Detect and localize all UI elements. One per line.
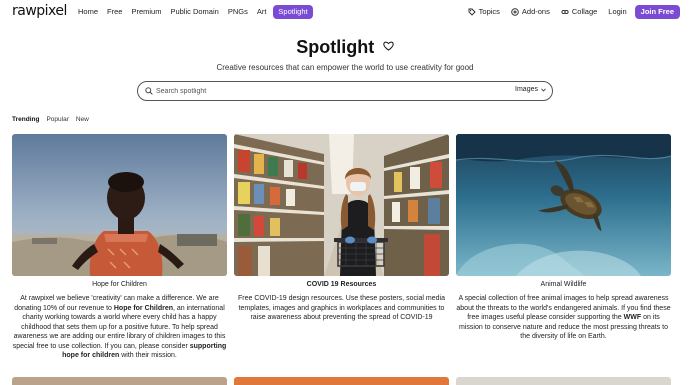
search-type-dropdown[interactable]: Images xyxy=(515,86,546,93)
card-description: At rawpixel we believe 'creativity' can … xyxy=(12,294,227,361)
nav-collage-label: Collage xyxy=(571,7,598,16)
collection-card-covid-19[interactable]: COVID 19 Resources Free COVID-19 design … xyxy=(234,134,449,323)
topics-icon xyxy=(468,8,476,16)
login-link[interactable]: Login xyxy=(608,6,626,18)
top-nav: rawpixel Home Free Premium Public Domain… xyxy=(0,0,690,24)
add-ons-icon xyxy=(511,8,519,16)
nav-free[interactable]: Free xyxy=(107,6,122,18)
tab-new[interactable]: New xyxy=(76,116,89,123)
nav-collage[interactable]: Collage xyxy=(561,6,597,18)
sort-tabs: Trending Popular New xyxy=(12,116,96,123)
rawpixel-logo[interactable]: rawpixel xyxy=(12,3,67,19)
nav-topics[interactable]: Topics xyxy=(468,6,500,18)
next-card-image[interactable] xyxy=(234,377,449,385)
search-type-label: Images xyxy=(515,86,538,93)
nav-topics-label: Topics xyxy=(478,7,500,16)
next-card-image[interactable] xyxy=(456,377,671,385)
hope-for-children-image[interactable] xyxy=(12,134,227,276)
nav-addons[interactable]: Add-ons xyxy=(511,6,550,18)
search-icon xyxy=(145,87,153,95)
next-card-image[interactable] xyxy=(12,377,227,385)
nav-art[interactable]: Art xyxy=(257,6,267,18)
wwf-link[interactable]: WWF xyxy=(624,314,642,321)
nav-home[interactable]: Home xyxy=(78,6,98,18)
card-title[interactable]: Animal Wildlife xyxy=(456,281,671,288)
nav-pngs[interactable]: PNGs xyxy=(228,6,248,18)
chevron-down-icon xyxy=(541,88,546,92)
nav-spotlight[interactable]: Spotlight xyxy=(273,5,313,19)
covid-19-resources-image[interactable] xyxy=(234,134,449,276)
nav-right: Topics Add-ons Collage Login Join Free xyxy=(457,5,680,19)
card-title[interactable]: COVID 19 Resources xyxy=(234,281,449,288)
page-title-text: Spotlight xyxy=(296,37,375,57)
card-description: A special collection of free animal imag… xyxy=(456,294,671,342)
collection-card-hope-for-children[interactable]: Hope for Children At rawpixel we believe… xyxy=(12,134,227,361)
nav-addons-label: Add-ons xyxy=(521,7,550,16)
nav-public-domain[interactable]: Public Domain xyxy=(170,6,218,18)
collage-icon xyxy=(561,9,569,15)
nav-left: Home Free Premium Public Domain PNGs Art… xyxy=(78,5,322,19)
tab-popular[interactable]: Popular xyxy=(46,116,68,123)
tab-trending[interactable]: Trending xyxy=(12,116,39,123)
search-bar: Images xyxy=(137,81,553,101)
nav-premium[interactable]: Premium xyxy=(131,6,161,18)
card-description-text: with their mission. xyxy=(119,352,177,359)
hope-for-children-link[interactable]: Hope for Children xyxy=(114,305,173,312)
collection-card-animal-wildlife[interactable]: Animal Wildlife A special collection of … xyxy=(456,134,671,342)
card-description: Free COVID-19 design resources. Use thes… xyxy=(238,295,445,321)
heart-icon[interactable] xyxy=(383,41,394,51)
page-subtitle: Creative resources that can empower the … xyxy=(216,63,474,72)
page-title: Spotlight xyxy=(0,37,690,58)
card-title[interactable]: Hope for Children xyxy=(12,281,227,288)
join-free-button[interactable]: Join Free xyxy=(634,5,680,19)
animal-wildlife-image[interactable] xyxy=(456,134,671,276)
search-input[interactable] xyxy=(156,84,456,98)
